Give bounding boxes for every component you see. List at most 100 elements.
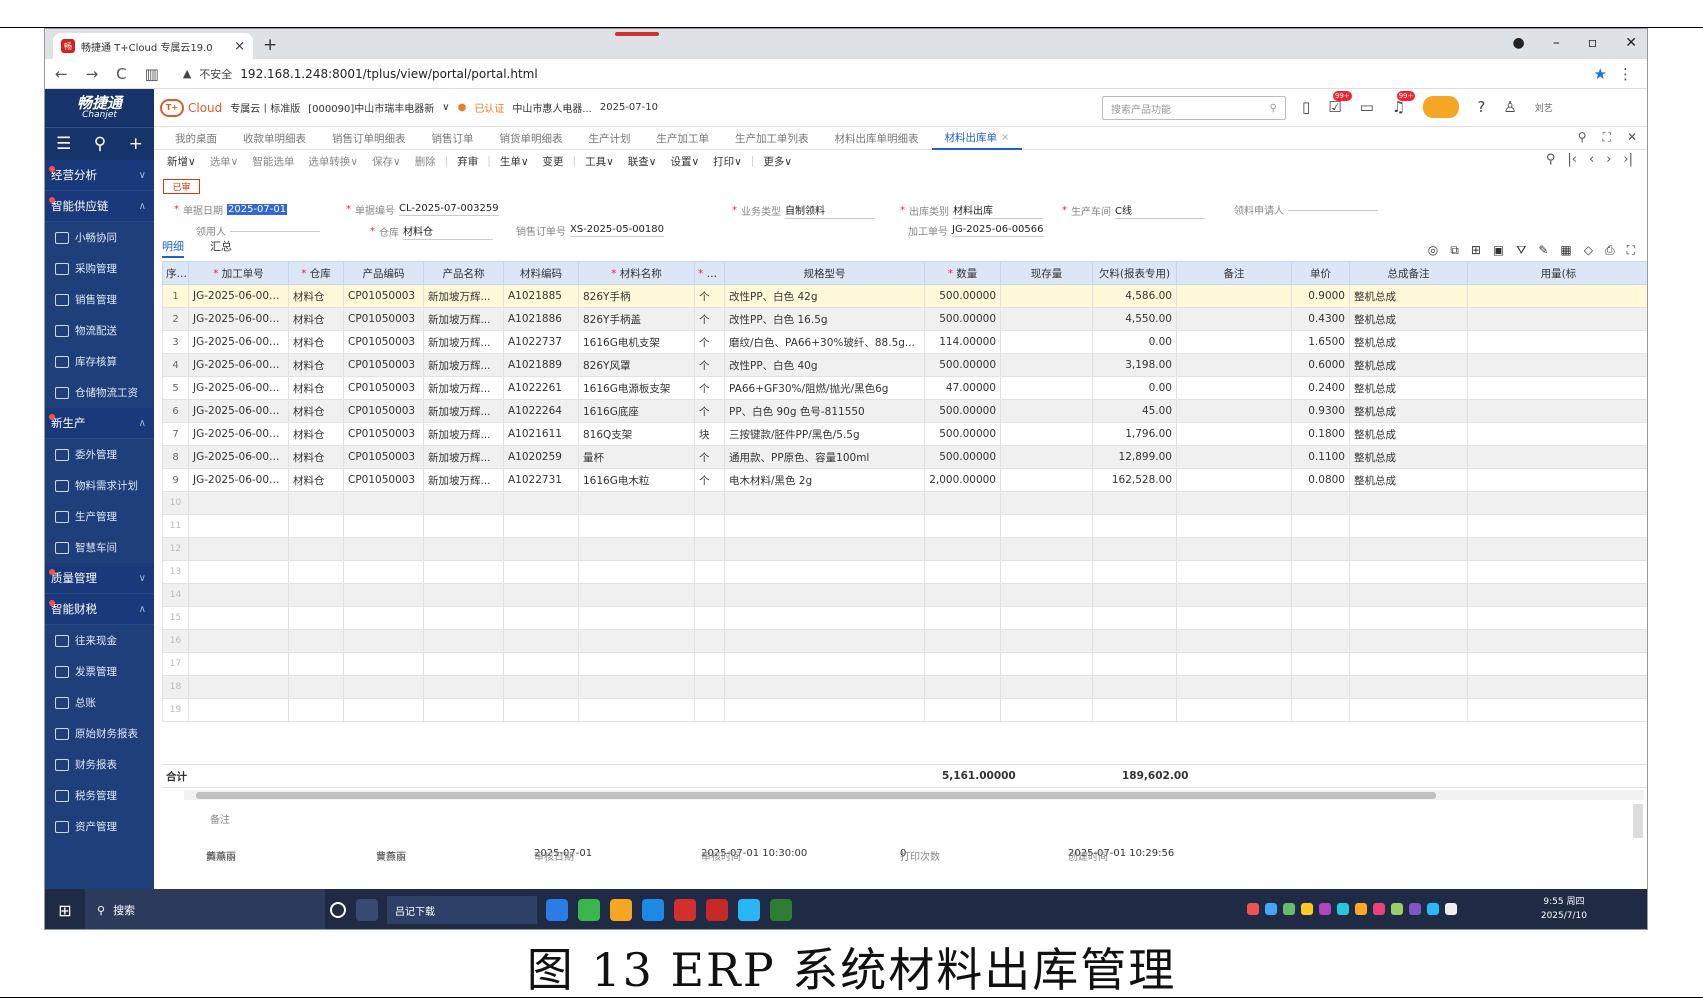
table-cell[interactable] (188, 652, 289, 676)
table-cell[interactable] (694, 698, 725, 722)
picker-value[interactable] (230, 230, 320, 232)
table-cell[interactable]: A1022261 (503, 376, 579, 400)
table-cell[interactable]: 材料仓 (288, 353, 344, 377)
toolbar-button[interactable]: 更多∨ (756, 154, 799, 169)
table-cell[interactable] (1176, 445, 1292, 469)
table-cell[interactable] (1176, 399, 1292, 423)
browser-menu-icon[interactable]: ⋮ (1618, 65, 1633, 83)
table-cell[interactable] (503, 629, 579, 653)
vertical-scrollbar[interactable] (1633, 804, 1643, 838)
table-cell[interactable] (1176, 330, 1292, 354)
column-header[interactable]: 用量(标 (1467, 261, 1647, 285)
table-cell[interactable]: JG-2025-06-005... (188, 376, 289, 400)
table-cell[interactable]: 12,899.00 (1092, 445, 1177, 469)
table-cell[interactable]: CP01050003 (343, 376, 424, 400)
taskbar-clock[interactable]: 9:55 周四 2025/7/10 (1541, 895, 1587, 923)
table-cell[interactable]: 0.2400 (1291, 376, 1350, 400)
table-cell[interactable] (1176, 514, 1292, 538)
table-row[interactable]: 19 (162, 698, 1647, 722)
sidebar-item[interactable]: 销售管理 (45, 284, 154, 315)
table-cell[interactable]: 16 (162, 629, 189, 653)
table-cell[interactable]: A1020259 (503, 445, 579, 469)
tray-icon[interactable] (1373, 903, 1385, 915)
table-cell[interactable] (724, 698, 925, 722)
table-cell[interactable] (423, 583, 504, 607)
table-cell[interactable]: 2,000.00000 (924, 468, 1001, 492)
table-cell[interactable] (578, 606, 695, 630)
table-cell[interactable]: 通用款、PP原色、容量100ml (724, 445, 925, 469)
table-cell[interactable] (288, 629, 344, 653)
table-cell[interactable] (1176, 583, 1292, 607)
doc-no-value[interactable]: CL-2025-07-003259 (399, 203, 499, 216)
table-cell[interactable] (188, 491, 289, 515)
table-cell[interactable] (1000, 675, 1093, 699)
edit-icon[interactable]: ✎ (1538, 243, 1548, 258)
table-cell[interactable] (1000, 376, 1093, 400)
sidebar-item[interactable]: 财务报表 (45, 749, 154, 780)
qq-icon[interactable] (738, 899, 760, 921)
table-cell[interactable] (578, 675, 695, 699)
table-cell[interactable]: 0.1100 (1291, 445, 1350, 469)
tray-icon[interactable] (1319, 903, 1331, 915)
toolbar-button[interactable]: 新增∨ (160, 154, 203, 169)
column-header[interactable]: 欠料(报表专用) (1092, 261, 1177, 285)
table-cell[interactable] (724, 583, 925, 607)
table-cell[interactable]: 3,198.00 (1092, 353, 1177, 377)
table-cell[interactable]: 0.1800 (1291, 422, 1350, 446)
table-cell[interactable] (924, 514, 1001, 538)
toolbar-button[interactable]: 工具∨ (578, 154, 621, 169)
table-cell[interactable]: 改性PP、白色 42g (724, 284, 925, 308)
table-cell[interactable]: 500.00000 (924, 422, 1001, 446)
table-cell[interactable]: JG-2025-06-005... (188, 284, 289, 308)
table-cell[interactable] (1349, 606, 1468, 630)
table-cell[interactable] (1176, 629, 1292, 653)
table-cell[interactable] (578, 698, 695, 722)
table-cell[interactable]: 0.00 (1092, 330, 1177, 354)
table-cell[interactable] (1291, 514, 1350, 538)
wechat-icon[interactable] (770, 899, 792, 921)
table-cell[interactable]: 新加坡万辉... (423, 307, 504, 331)
table-cell[interactable]: A1021886 (503, 307, 579, 331)
table-cell[interactable] (1000, 284, 1093, 308)
table-row[interactable]: 4 JG-2025-06-005... 材料仓 CP01050003 新加坡万辉... A… (162, 353, 1647, 377)
table-row[interactable]: 16 (162, 629, 1647, 653)
table-cell[interactable]: 0.6000 (1291, 353, 1350, 377)
close-icon[interactable]: ✕ (1627, 130, 1637, 145)
table-cell[interactable] (1467, 560, 1647, 584)
table-cell[interactable] (423, 514, 504, 538)
table-cell[interactable] (503, 491, 579, 515)
close-tab-icon[interactable]: × (1001, 132, 1009, 143)
table-cell[interactable] (1291, 606, 1350, 630)
table-cell[interactable] (1000, 399, 1093, 423)
table-cell[interactable]: A1022264 (503, 399, 579, 423)
table-cell[interactable]: 材料仓 (288, 445, 344, 469)
table-row[interactable]: 7 JG-2025-06-005... 材料仓 CP01050003 新加坡万辉... A… (162, 422, 1647, 446)
table-cell[interactable] (1291, 537, 1350, 561)
table-cell[interactable] (1092, 514, 1177, 538)
table-cell[interactable]: 17 (162, 652, 189, 676)
table-cell[interactable] (724, 652, 925, 676)
edge-icon[interactable] (642, 899, 664, 921)
table-cell[interactable]: 整机总成 (1349, 353, 1468, 377)
table-cell[interactable] (1176, 560, 1292, 584)
table-cell[interactable] (1176, 284, 1292, 308)
table-row[interactable]: 6 JG-2025-06-005... 材料仓 CP01050003 新加坡万辉... A… (162, 399, 1647, 423)
fullscreen-icon[interactable]: ⛶ (1627, 243, 1635, 258)
biz-type-value[interactable]: 自制领料 (785, 202, 875, 219)
table-cell[interactable]: 45.00 (1092, 399, 1177, 423)
biz-type-field[interactable]: * 业务类型 自制领料 (732, 202, 875, 219)
tray-icon[interactable] (1355, 903, 1367, 915)
tray-icon[interactable] (1283, 903, 1295, 915)
sidebar-item[interactable]: 生产管理 (45, 501, 154, 532)
table-cell[interactable] (1092, 629, 1177, 653)
print-icon[interactable]: ⎙ (1605, 243, 1615, 258)
table-cell[interactable] (1467, 606, 1647, 630)
table-cell[interactable] (503, 583, 579, 607)
todo-icon[interactable]: ☑ 99+ (1328, 91, 1352, 116)
table-cell[interactable] (188, 560, 289, 584)
table-cell[interactable] (423, 537, 504, 561)
table-cell[interactable]: A1021889 (503, 353, 579, 377)
table-cell[interactable] (1176, 376, 1292, 400)
tab-summary[interactable]: 汇总 (210, 238, 232, 258)
trash-icon[interactable]: ▥ (145, 65, 159, 83)
